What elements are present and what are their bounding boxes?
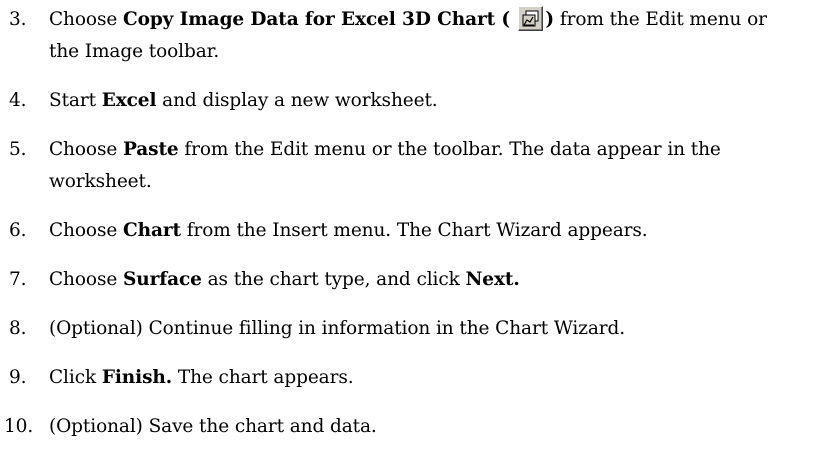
step-number: 8. — [9, 318, 27, 339]
step-number: 4. — [9, 90, 27, 111]
command-name: Chart — [122, 220, 181, 241]
step-number: 7. — [9, 269, 27, 290]
step-text: Choose Copy Image Data for Excel 3D Char… — [49, 4, 829, 68]
step-number: 5. — [9, 139, 27, 160]
command-name: Copy Image Data for Excel 3D Chart ( ) — [123, 6, 554, 31]
step-number: 3. — [9, 9, 27, 30]
chart-type-name: Surface — [122, 269, 202, 290]
step-text: Choose Surface as the chart type, and cl… — [49, 269, 520, 290]
step-text: Start Excel and display a new worksheet. — [49, 90, 438, 111]
button-name: Finish. — [101, 367, 173, 388]
step-text: (Optional) Continue filling in informati… — [49, 318, 626, 339]
chart-copy-icon — [518, 6, 544, 31]
step-number: 10. — [4, 416, 34, 437]
step-text: Choose Chart from the Insert menu. The C… — [49, 220, 648, 241]
step-text: (Optional) Save the chart and data. — [49, 416, 377, 437]
step-number: 6. — [9, 220, 27, 241]
step-number: 9. — [9, 367, 27, 388]
command-name: Excel — [101, 90, 157, 111]
button-name: Next. — [465, 269, 520, 290]
command-name: Paste — [122, 139, 179, 160]
step-text: Choose Paste from the Edit menu or the t… — [49, 139, 721, 192]
step-text: Click Finish. The chart appears. — [49, 367, 354, 388]
